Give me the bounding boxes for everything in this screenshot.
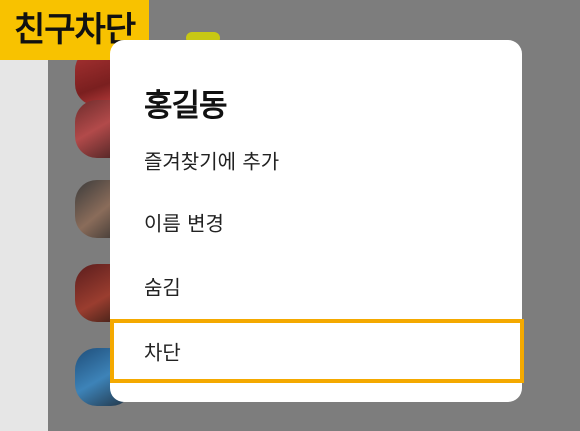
- dialog-title: 홍길동: [144, 88, 228, 124]
- menu-item-rename[interactable]: 이름 변경: [110, 190, 522, 254]
- menu-item-label: 숨김: [144, 275, 181, 300]
- left-strip: [0, 0, 48, 431]
- menu-item-label: 이름 변경: [144, 211, 224, 236]
- menu-item-add-favorite[interactable]: 즐겨찾기에 추가: [110, 128, 522, 192]
- menu-item-label: 차단: [144, 340, 181, 365]
- menu-item-block[interactable]: 차단: [110, 322, 522, 380]
- menu-item-hide[interactable]: 숨김: [110, 254, 522, 318]
- friend-options-dialog: 홍길동 즐겨찾기에 추가 이름 변경 숨김 차단: [110, 40, 522, 402]
- menu-item-label: 즐겨찾기에 추가: [144, 149, 280, 174]
